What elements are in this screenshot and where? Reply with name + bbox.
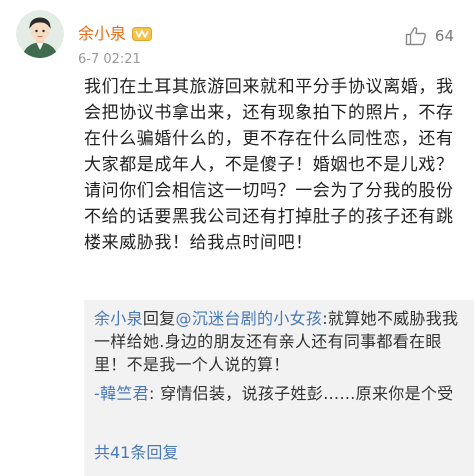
reply-author-link[interactable]: 余小泉 [94,309,143,328]
comment-screen: 余小泉 6-7 02:21 64 我们在土耳其旅游回来就和平分手协议离婚，我会把… [0,0,474,476]
avatar-icon[interactable] [16,10,64,58]
mention-link[interactable]: @沉迷台剧的小女孩 [176,309,323,328]
reply-text: 穿情侣装，说孩子姓彭……原来你是个受 [154,384,454,403]
view-all-replies-link[interactable]: 共41条回复 [94,442,178,464]
more-replies-label: 共41条回复 [94,443,179,462]
reply-item: 余小泉回复@沉迷台剧的小女孩:就算她不威胁我我一样给她.身边的朋友还有亲人还有同… [94,307,460,376]
comment-text: 我们在土耳其旅游回来就和平分手协议离婚，我会把协议书拿出来，还有现象拍下的照片，… [84,77,454,253]
member-badge-icon[interactable] [132,26,153,42]
post-timestamp: 6-7 02:21 [78,52,141,67]
reply-action-label: 回复 [142,309,176,328]
reply-author-link[interactable]: -韓竺君 [94,384,149,403]
replies-panel: 余小泉回复@沉迷台剧的小女孩:就算她不威胁我我一样给她.身边的朋友还有亲人还有同… [84,300,474,476]
thumbs-up-icon [405,26,427,46]
author-name[interactable]: 余小泉 [78,23,126,45]
like-button[interactable]: 64 [405,26,454,46]
like-count: 64 [434,27,454,45]
author-row: 余小泉 [78,22,153,46]
reply-item: -韓竺君: 穿情侣装，说孩子姓彭……原来你是个受 [94,382,460,405]
